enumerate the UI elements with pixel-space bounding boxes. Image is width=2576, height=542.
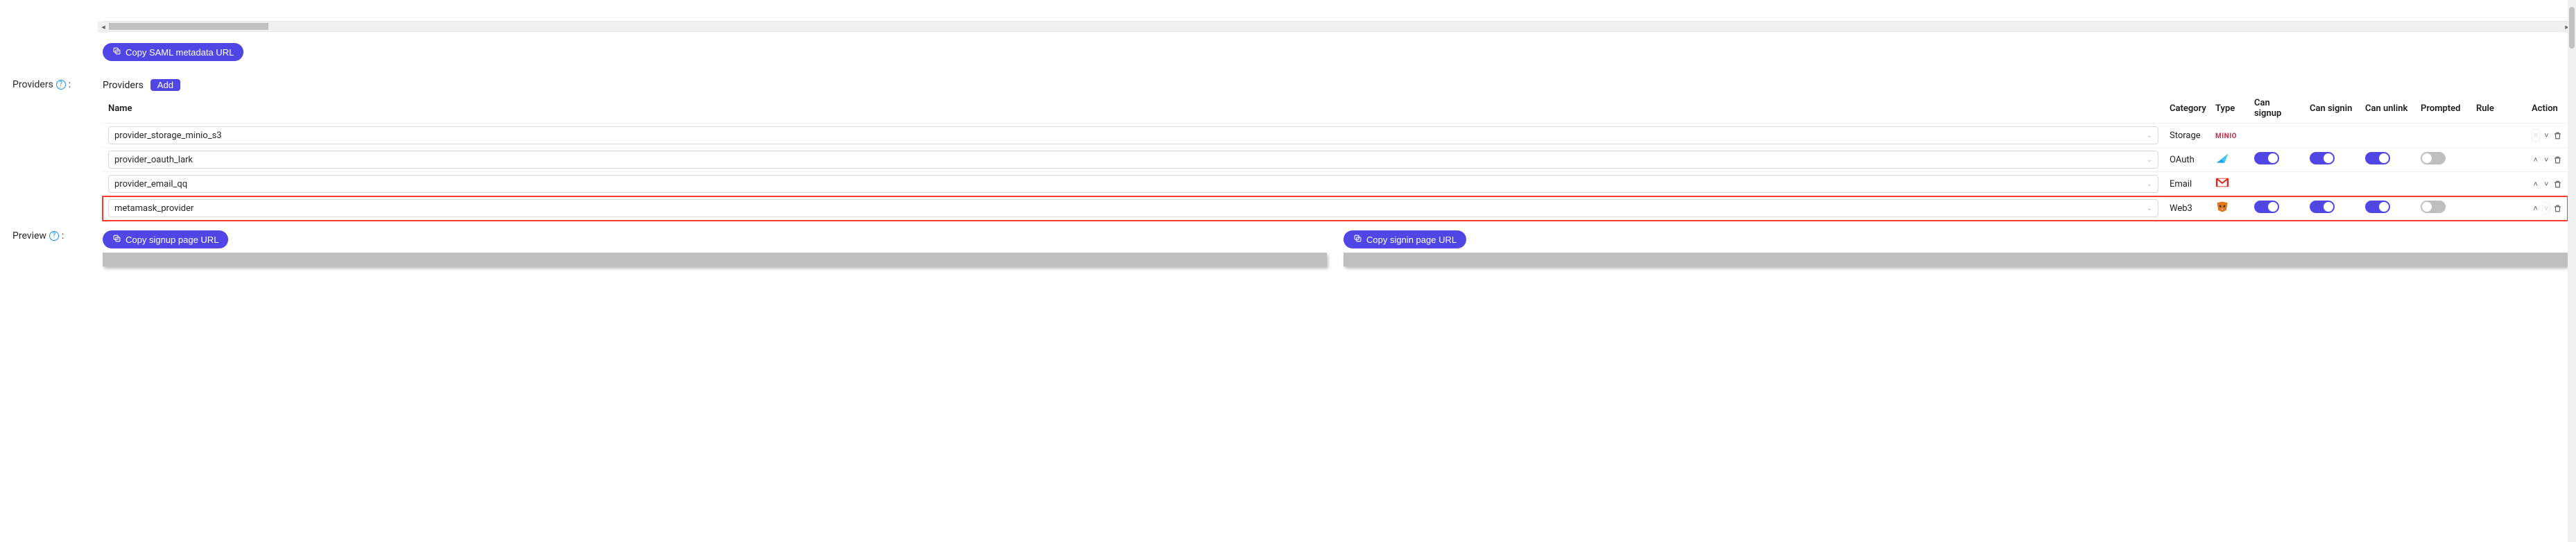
colon: : (62, 230, 64, 242)
can-unlink-switch[interactable] (2365, 201, 2390, 213)
delete-button[interactable] (2553, 129, 2562, 142)
chevron-down-icon: ⌄ (2147, 180, 2152, 188)
chevron-down-icon: ⌄ (2147, 205, 2152, 212)
provider-category: Email (2164, 172, 2210, 196)
add-provider-button[interactable]: Add (151, 79, 180, 91)
th-action: Action (2526, 94, 2568, 124)
copy-saml-label: Copy SAML metadata URL (126, 47, 234, 58)
move-up-button: ˄ (2532, 129, 2540, 142)
preview-side-label: Preview ? : (0, 230, 103, 242)
table-row: metamask_provider ⌄ Web3 ˄˅ (103, 196, 2568, 221)
can-signup-switch[interactable] (2254, 201, 2279, 213)
provider-name-value: metamask_provider (114, 203, 194, 214)
provider-category: Web3 (2164, 196, 2210, 221)
delete-button[interactable] (2553, 153, 2562, 166)
provider-name-value: provider_oauth_lark (114, 155, 193, 165)
move-up-button[interactable]: ˄ (2532, 178, 2540, 190)
provider-name-select[interactable]: metamask_provider ⌄ (108, 199, 2158, 217)
delete-button[interactable] (2553, 178, 2562, 190)
metamask-icon (2215, 200, 2229, 214)
provider-name-select[interactable]: provider_email_qq ⌄ (108, 175, 2158, 193)
move-down-button[interactable]: ˅ (2543, 178, 2551, 190)
rule-cell (2471, 148, 2526, 172)
provider-category: Storage (2164, 124, 2210, 148)
rule-cell (2471, 124, 2526, 148)
th-can-signup: Can signup (2249, 94, 2304, 124)
top-horizontal-scrollbar[interactable]: ◄ ► (103, 21, 2568, 32)
th-can-signin: Can signin (2304, 94, 2360, 124)
delete-button[interactable] (2553, 202, 2562, 214)
table-row: provider_storage_minio_s3 ⌄ Storage MINIO ˄˅ (103, 124, 2568, 148)
rule-cell (2471, 196, 2526, 221)
copy-signup-page-url-button[interactable]: Copy signup page URL (103, 230, 228, 248)
help-icon[interactable]: ? (49, 231, 59, 241)
lark-icon (2215, 151, 2229, 165)
rule-cell (2471, 172, 2526, 196)
prompted-switch[interactable] (2421, 201, 2446, 213)
th-rule: Rule (2471, 94, 2526, 124)
move-down-button[interactable]: ˅ (2543, 129, 2550, 142)
th-category: Category (2164, 94, 2210, 124)
can-signin-switch[interactable] (2310, 201, 2335, 213)
colon: : (69, 79, 71, 90)
th-name: Name (103, 94, 2164, 124)
provider-name-select[interactable]: provider_oauth_lark ⌄ (108, 151, 2158, 169)
move-down-button[interactable]: ˅ (2543, 153, 2551, 166)
can-signup-switch[interactable] (2254, 152, 2279, 164)
minio-icon: MINIO (2215, 133, 2237, 140)
scroll-left-button[interactable]: ◄ (98, 22, 109, 33)
th-type: Type (2210, 94, 2249, 124)
provider-name-value: provider_storage_minio_s3 (114, 130, 222, 141)
providers-side-label: Providers ? : (0, 79, 103, 90)
move-up-button[interactable]: ˄ (2532, 153, 2540, 166)
gmail-icon (2215, 177, 2229, 188)
table-row: provider_oauth_lark ⌄ OAuth ˄˅ (103, 148, 2568, 172)
help-icon[interactable]: ? (56, 80, 66, 90)
scroll-thumb[interactable] (109, 23, 268, 30)
table-header-row: Name Category Type Can signup Can signin… (103, 94, 2568, 124)
th-can-unlink: Can unlink (2360, 94, 2415, 124)
prompted-switch[interactable] (2421, 152, 2446, 164)
chevron-down-icon: ⌄ (2147, 132, 2152, 139)
right-vertical-scrollbar[interactable] (2568, 0, 2576, 542)
providers-header-label: Providers (103, 80, 144, 91)
vertical-scroll-thumb[interactable] (2569, 7, 2575, 49)
chevron-down-icon: ⌄ (2147, 156, 2152, 164)
copy-icon (1353, 234, 1362, 245)
copy-saml-metadata-url-button[interactable]: Copy SAML metadata URL (103, 43, 243, 61)
move-down-button: ˅ (2542, 202, 2550, 214)
preview-side-text: Preview (12, 230, 46, 242)
provider-name-select[interactable]: provider_storage_minio_s3 ⌄ (108, 126, 2158, 144)
can-unlink-switch[interactable] (2365, 152, 2390, 164)
th-prompted: Prompted (2415, 94, 2471, 124)
signup-preview-placeholder (103, 253, 1327, 266)
providers-side-text: Providers (12, 79, 53, 90)
copy-icon (112, 234, 121, 245)
copy-signin-label: Copy signin page URL (1366, 235, 1457, 245)
move-up-button[interactable]: ˄ (2532, 202, 2539, 214)
providers-table: Name Category Type Can signup Can signin… (103, 94, 2568, 221)
provider-name-value: provider_email_qq (114, 179, 187, 189)
can-signin-switch[interactable] (2310, 152, 2335, 164)
copy-signin-page-url-button[interactable]: Copy signin page URL (1343, 230, 1466, 248)
signin-preview-placeholder (1343, 253, 2568, 266)
table-row: provider_email_qq ⌄ Email ˄˅ (103, 172, 2568, 196)
provider-category: OAuth (2164, 148, 2210, 172)
copy-icon (112, 46, 121, 58)
copy-signup-label: Copy signup page URL (126, 235, 218, 245)
